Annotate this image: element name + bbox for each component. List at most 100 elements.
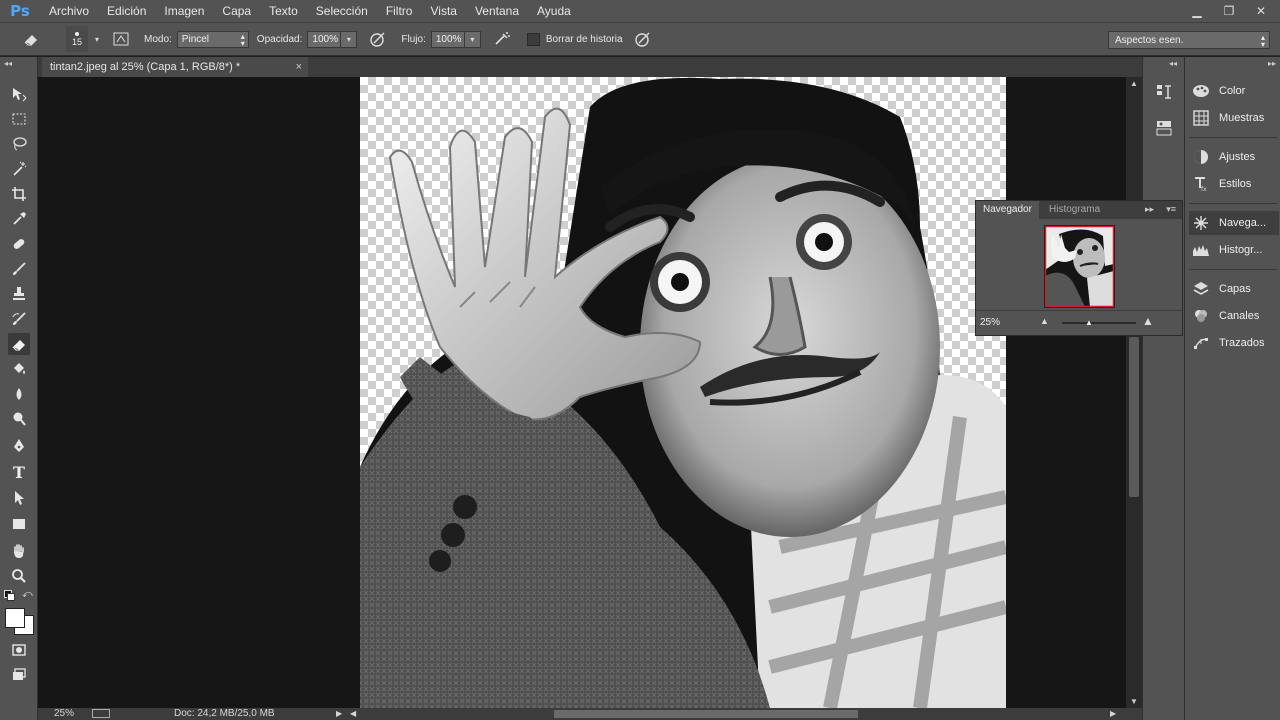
adjustments-panel-button[interactable]: Ajustes	[1189, 145, 1279, 169]
dock-separator	[1189, 269, 1277, 270]
eraser-tool-preset-icon[interactable]	[20, 28, 42, 50]
collapse-arrows-icon[interactable]: ◂◂	[4, 59, 12, 68]
rectangle-tool-icon[interactable]	[8, 513, 30, 535]
screen-mode-icon[interactable]	[8, 664, 30, 686]
panel-menu-icon[interactable]: ▾≡	[1166, 204, 1176, 215]
document-image[interactable]	[360, 77, 1006, 708]
vertical-scrollbar[interactable]: ▲ ▼	[1126, 77, 1142, 708]
scroll-down-icon[interactable]: ▼	[1130, 697, 1138, 706]
histogram-panel-label: Histogr...	[1219, 244, 1263, 256]
expand-arrows-icon[interactable]: ▸▸	[1268, 59, 1276, 68]
close-tab-icon[interactable]: ×	[296, 57, 302, 77]
color-panel-button[interactable]: Color	[1189, 79, 1279, 103]
opacity-field[interactable]: 100%	[307, 30, 342, 48]
clone-stamp-tool-icon[interactable]	[8, 283, 30, 305]
svg-text:fx: fx	[1201, 186, 1207, 192]
status-preview-icon[interactable]	[92, 709, 110, 718]
default-colors-icon[interactable]	[4, 590, 15, 601]
collapse-panel-icon[interactable]: ▸▸	[1145, 204, 1154, 215]
portrait-image	[360, 77, 1006, 708]
eraser-tool-icon[interactable]	[8, 333, 30, 355]
mode-value: Pincel	[181, 33, 210, 45]
brush-size-picker[interactable]: 15	[66, 26, 88, 52]
vertical-scroll-thumb[interactable]	[1129, 337, 1139, 497]
options-bar: 15 ▾ Modo: Pincel ▴ ▾ Opacidad: 100% ▾ Fl…	[0, 22, 1280, 56]
navigator-zoom-bar: 25% ▲ ▲ ▲	[976, 310, 1182, 335]
tab-histograma[interactable]: Histograma	[1042, 201, 1107, 219]
layers-panel-button[interactable]: Capas	[1189, 277, 1279, 301]
menu-archivo[interactable]: Archivo	[40, 0, 98, 22]
history-brush-tool-icon[interactable]	[8, 308, 30, 330]
tab-navegador[interactable]: Navegador	[976, 201, 1039, 219]
brush-size-dropdown-icon[interactable]: ▾	[92, 31, 102, 48]
navigator-panel-button[interactable]: Navega...	[1189, 211, 1279, 235]
hand-tool-icon[interactable]	[8, 540, 30, 562]
restore-icon[interactable]: ❐	[1220, 4, 1238, 18]
mode-select[interactable]: Pincel ▴ ▾	[176, 30, 249, 48]
flow-dropdown-icon[interactable]: ▾	[464, 30, 481, 48]
brush-tool-icon[interactable]	[8, 258, 30, 280]
move-tool-icon[interactable]	[8, 83, 30, 105]
tools-panel: ◂◂ T ⤺	[0, 57, 38, 720]
zoom-in-icon[interactable]: ▲	[1142, 314, 1154, 328]
scroll-up-icon[interactable]: ▲	[1130, 79, 1138, 88]
status-menu-icon[interactable]: ▶	[336, 708, 342, 720]
history-panel-icon[interactable]	[1155, 83, 1173, 104]
menu-edicion[interactable]: Edición	[98, 0, 155, 22]
flow-field[interactable]: 100%	[430, 30, 465, 48]
marquee-tool-icon[interactable]	[8, 108, 30, 130]
type-tool-icon[interactable]: T	[8, 461, 30, 483]
path-selection-tool-icon[interactable]	[8, 487, 30, 509]
properties-panel-icon[interactable]	[1155, 119, 1173, 140]
menu-vista[interactable]: Vista	[421, 0, 465, 22]
foreground-color-swatch[interactable]	[5, 608, 25, 628]
crop-tool-icon[interactable]	[8, 183, 30, 205]
menu-ventana[interactable]: Ventana	[466, 0, 528, 22]
opacity-dropdown-icon[interactable]: ▾	[341, 30, 358, 48]
histogram-panel-button[interactable]: Histogr...	[1189, 238, 1279, 262]
canvas-area[interactable]	[38, 77, 1126, 708]
minimize-icon[interactable]: ▁	[1188, 4, 1206, 18]
menu-ayuda[interactable]: Ayuda	[528, 0, 580, 22]
close-window-icon[interactable]: ✕	[1252, 4, 1270, 18]
updown-icon: ▴ ▾	[240, 31, 245, 48]
scroll-left-icon[interactable]: ◀	[350, 708, 356, 720]
airbrush-icon[interactable]	[491, 28, 513, 50]
menu-capa[interactable]: Capa	[213, 0, 260, 22]
navigator-zoom-field[interactable]: 25%	[978, 315, 1040, 331]
paths-panel-button[interactable]: Trazados	[1189, 331, 1279, 355]
zoom-readout[interactable]: 25%	[54, 708, 74, 720]
scroll-right-icon[interactable]: ▶	[1110, 708, 1116, 720]
lasso-tool-icon[interactable]	[8, 133, 30, 155]
swatches-panel-button[interactable]: Muestras	[1189, 106, 1279, 130]
quick-mask-icon[interactable]	[8, 639, 30, 661]
pen-tool-icon[interactable]	[8, 435, 30, 457]
menu-texto[interactable]: Texto	[260, 0, 307, 22]
erase-to-history-checkbox[interactable]	[526, 32, 540, 46]
pressure-size-icon[interactable]	[632, 28, 654, 50]
menu-seleccion[interactable]: Selección	[307, 0, 377, 22]
swap-colors-icon[interactable]: ⤺	[22, 589, 33, 600]
workspace-value: Aspectos esen.	[1115, 34, 1184, 46]
healing-brush-tool-icon[interactable]	[8, 233, 30, 255]
styles-panel-button[interactable]: fx Estilos	[1189, 172, 1279, 196]
pressure-opacity-icon[interactable]	[367, 28, 389, 50]
brush-panel-toggle-icon[interactable]	[110, 28, 132, 50]
menu-imagen[interactable]: Imagen	[155, 0, 213, 22]
zoom-slider-thumb[interactable]: ▲	[1085, 318, 1093, 327]
paint-bucket-tool-icon[interactable]	[8, 358, 30, 380]
magic-wand-tool-icon[interactable]	[8, 158, 30, 180]
dodge-tool-icon[interactable]	[8, 408, 30, 430]
zoom-tool-icon[interactable]	[8, 565, 30, 587]
horizontal-scroll-thumb[interactable]	[554, 710, 858, 718]
navigator-preview[interactable]	[1044, 225, 1115, 308]
document-tab[interactable]: tintan2.jpeg al 25% (Capa 1, RGB/8*) * ×	[42, 57, 308, 77]
eyedropper-tool-icon[interactable]	[8, 208, 30, 230]
zoom-out-icon[interactable]: ▲	[1040, 316, 1049, 326]
blur-tool-icon[interactable]	[8, 383, 30, 405]
collapse-arrows-icon[interactable]: ◂◂	[1169, 59, 1177, 68]
channels-panel-button[interactable]: Canales	[1189, 304, 1279, 328]
zoom-slider[interactable]	[1062, 322, 1136, 324]
workspace-switcher[interactable]: Aspectos esen. ▴ ▾	[1108, 31, 1270, 49]
menu-filtro[interactable]: Filtro	[377, 0, 422, 22]
